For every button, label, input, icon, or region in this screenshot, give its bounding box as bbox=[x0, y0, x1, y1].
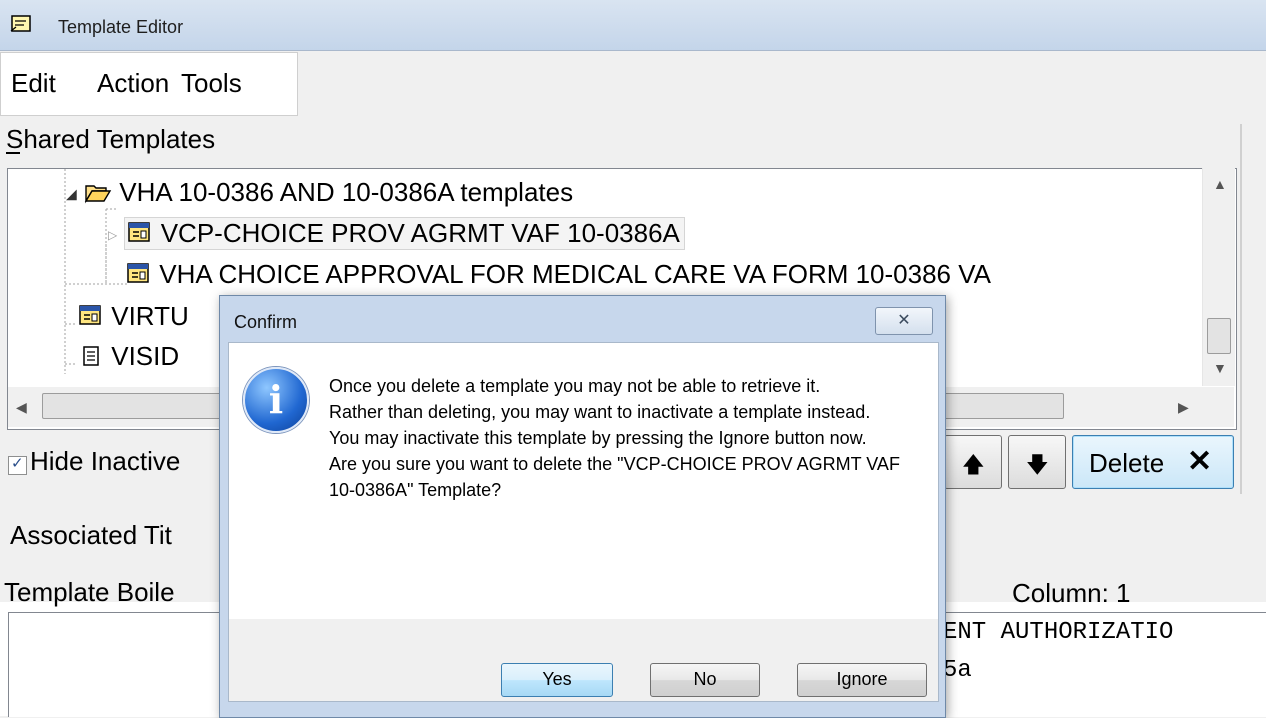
move-up-button[interactable]: 🡅 bbox=[944, 435, 1002, 489]
confirm-dialog: Confirm ✕ i Once you delete a template y… bbox=[219, 295, 946, 718]
tree-node-label: VCP-CHOICE PROV AGRMT VAF 10-0386A bbox=[160, 218, 680, 248]
arrow-down-icon: 🡇 bbox=[1026, 452, 1049, 477]
scroll-down-icon[interactable]: ▼ bbox=[1213, 360, 1227, 376]
expanded-arrow-icon[interactable]: ◢ bbox=[66, 186, 77, 202]
menu-tools[interactable]: Tools bbox=[181, 68, 242, 99]
scrollbar-thumb[interactable] bbox=[1207, 318, 1231, 354]
delete-x-icon: ✕ bbox=[1187, 445, 1213, 478]
window-title: Template Editor bbox=[58, 17, 184, 37]
dialog-button-bar: Yes No Ignore bbox=[228, 619, 939, 702]
collapsed-arrow-icon[interactable]: ▷ bbox=[108, 228, 117, 242]
tree-node-vcp-choice[interactable]: ▷ VCP-CHOICE PROV AGRMT VAF 10-0386A bbox=[108, 217, 685, 250]
dialog-title: Confirm bbox=[234, 312, 298, 332]
tree-node-label: VHA 10-0386 AND 10-0386A templates bbox=[119, 177, 574, 207]
scroll-right-icon[interactable]: ▶ bbox=[1178, 399, 1189, 416]
scroll-left-icon[interactable]: ◀ bbox=[16, 399, 27, 416]
dialog-template-icon bbox=[79, 305, 101, 325]
delete-button[interactable]: Delete ✕ bbox=[1072, 435, 1234, 489]
move-down-button[interactable]: 🡇 bbox=[1008, 435, 1066, 489]
menu-action[interactable]: Action bbox=[97, 68, 169, 99]
dialog-template-icon bbox=[128, 222, 151, 242]
menu-edit[interactable]: Edit bbox=[11, 68, 56, 99]
hide-inactive-label[interactable]: Hide Inactive bbox=[30, 446, 180, 477]
yes-button[interactable]: Yes bbox=[501, 663, 613, 697]
template-editor-icon bbox=[10, 15, 31, 32]
information-icon: i bbox=[243, 367, 309, 433]
splitter[interactable] bbox=[1240, 124, 1242, 494]
boilerplate-line-1: ENT AUTHORIZATIO bbox=[943, 619, 1174, 646]
tree-node-label: VISID bbox=[111, 341, 180, 371]
boilerplate-line-2: 5a bbox=[943, 657, 972, 684]
hide-inactive-checkbox[interactable]: ✓ bbox=[8, 455, 27, 475]
arrow-up-icon: 🡅 bbox=[962, 452, 985, 477]
checkmark-icon: ✓ bbox=[11, 455, 24, 472]
no-button[interactable]: No bbox=[650, 663, 760, 697]
accelerator-underline bbox=[6, 152, 20, 154]
tree-node-visid[interactable]: VISID bbox=[78, 341, 179, 372]
tree-node-label: VIRTU bbox=[111, 301, 189, 331]
dialog-body: i Once you delete a template you may not… bbox=[228, 342, 939, 620]
tree-vertical-scrollbar[interactable]: ▲ ▼ bbox=[1202, 168, 1235, 386]
template-boilerplate-label: Template Boile bbox=[4, 577, 175, 607]
tree-node-vha-10-0386[interactable]: ◢ VHA 10-0386 AND 10-0386A templates bbox=[66, 177, 573, 208]
template-icon bbox=[83, 346, 99, 366]
dialog-template-icon bbox=[127, 263, 149, 283]
close-button[interactable]: ✕ bbox=[875, 307, 933, 335]
folder-open-icon bbox=[84, 185, 112, 204]
associated-title-label: Associated Tit bbox=[10, 520, 172, 550]
delete-button-label: Delete bbox=[1089, 448, 1165, 478]
ignore-button[interactable]: Ignore bbox=[797, 663, 927, 697]
menu-bar: Edit Action Tools bbox=[0, 52, 298, 116]
close-icon: ✕ bbox=[897, 312, 911, 329]
tree-node-label: VHA CHOICE APPROVAL FOR MEDICAL CARE VA … bbox=[159, 259, 991, 289]
tree-node-virtu[interactable]: VIRTU bbox=[78, 301, 189, 332]
column-indicator: Column: 1 bbox=[1012, 578, 1131, 608]
shared-templates-label: Shared Templates bbox=[6, 124, 216, 154]
title-bar: Template Editor bbox=[0, 0, 1266, 51]
tree-node-vha-choice-approval[interactable]: VHA CHOICE APPROVAL FOR MEDICAL CARE VA … bbox=[126, 259, 991, 290]
scroll-up-icon[interactable]: ▲ bbox=[1213, 176, 1227, 192]
dialog-message: Once you delete a template you may not b… bbox=[329, 376, 900, 500]
